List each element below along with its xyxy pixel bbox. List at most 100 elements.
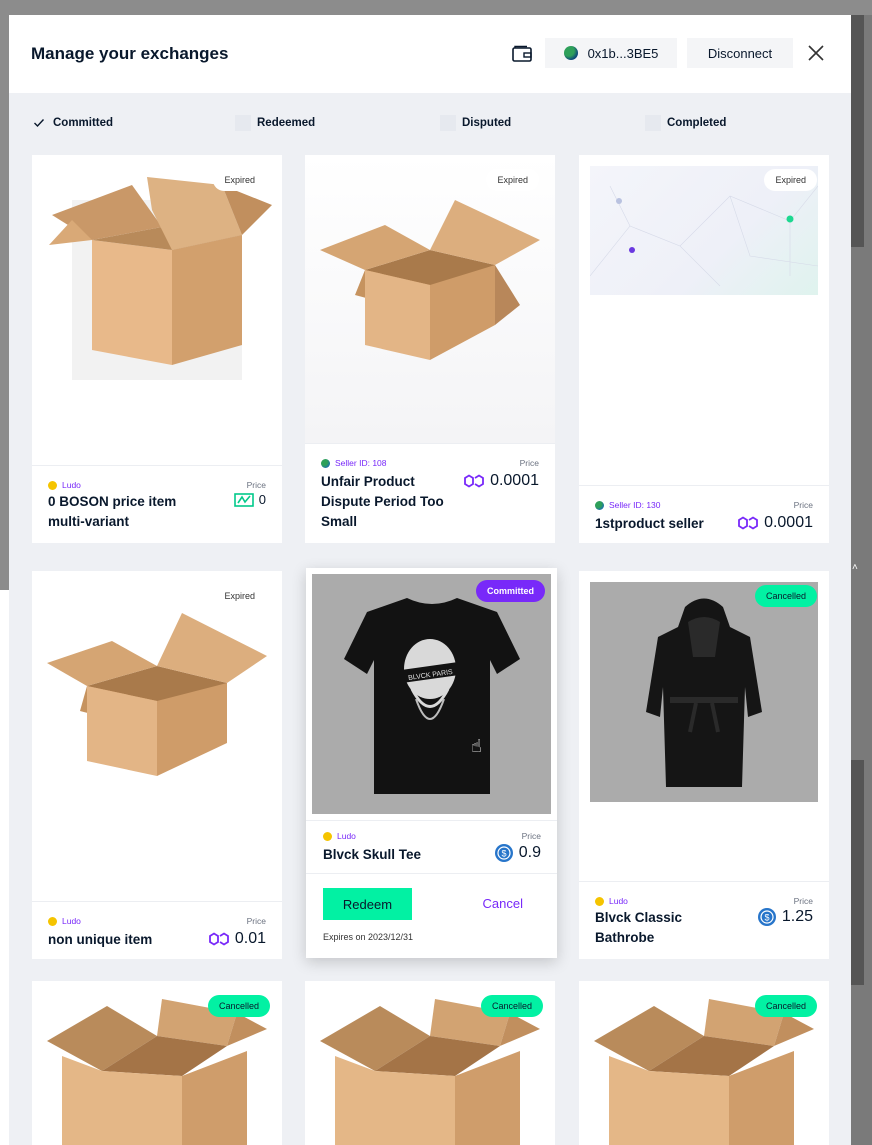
card-info: Ludo Blvck Classic Bathrobe Price $ 1.25: [579, 881, 829, 959]
seller-tag[interactable]: Ludo: [323, 831, 356, 841]
product-name: Blvck Skull Tee: [323, 847, 422, 862]
seller-avatar-icon: [595, 896, 604, 906]
redeem-button[interactable]: Redeem: [323, 888, 412, 920]
polygon-icon: [208, 932, 229, 946]
svg-text:$: $: [501, 849, 506, 859]
price-value: 0.0001: [764, 514, 813, 531]
price: 0: [233, 492, 266, 507]
product-image: [305, 155, 555, 443]
card-info: Ludo 0 BOSON price item multi-variant Pr…: [32, 465, 282, 543]
svg-text:$: $: [764, 913, 769, 923]
price-value: 1.25: [781, 908, 813, 925]
status-badge: Cancelled: [480, 995, 543, 1017]
seller-avatar-icon: [321, 458, 330, 468]
page-scrollbar[interactable]: [851, 15, 872, 1145]
wallet-address-button[interactable]: 0x1b...3BE5: [545, 38, 677, 68]
status-badge: Expired: [213, 169, 266, 191]
scrollbar-thumb[interactable]: [851, 15, 864, 247]
exchange-card[interactable]: Expired Seller ID: 108 Unfair Product Di…: [305, 155, 555, 543]
status-badge: Expired: [764, 169, 817, 191]
wallet-address: 0x1b...3BE5: [587, 45, 659, 61]
header-actions: 0x1b...3BE5 Disconnect: [509, 38, 829, 68]
wallet-icon[interactable]: [509, 40, 535, 66]
price-value: 0.0001: [490, 472, 539, 489]
status-badge: Cancelled: [754, 995, 817, 1017]
checkbox[interactable]: [440, 115, 456, 131]
modal-title: Manage your exchanges: [31, 44, 229, 63]
price: 0.0001: [463, 472, 539, 490]
seller-name: Ludo: [337, 831, 356, 841]
exchange-actions: Redeem Cancel Expires on 2023/12/31: [306, 873, 557, 958]
exchange-card[interactable]: Expired Ludo non unique item Price 0.01: [32, 571, 282, 959]
product-image: [590, 582, 818, 802]
seller-avatar-icon: [48, 916, 57, 926]
price: $ 1.25: [757, 907, 813, 927]
price-value: 0: [258, 492, 266, 507]
seller-tag[interactable]: Ludo: [595, 896, 628, 906]
checkbox[interactable]: [645, 115, 661, 131]
cancel-button[interactable]: Cancel: [483, 896, 523, 911]
status-filters: Committed Redeemed Disputed Completed: [31, 115, 831, 137]
price-label: Price: [246, 480, 266, 490]
exchange-card[interactable]: Cancelled Ludo Blvck Classic Bathrobe Pr…: [579, 571, 829, 959]
card-info: Seller ID: 130 1stproduct seller Price 0…: [579, 485, 829, 543]
usdc-icon: $: [494, 844, 513, 862]
scroll-up-icon[interactable]: ˄: [852, 562, 858, 573]
product-image: BLVCK PARIS: [312, 574, 551, 814]
seller-avatar-icon: [48, 480, 57, 490]
filter-committed[interactable]: Committed: [31, 115, 113, 131]
price-value: 0.01: [234, 930, 266, 947]
price-label: Price: [793, 500, 813, 510]
filter-label: Completed: [667, 117, 727, 129]
card-info: Ludo non unique item Price 0.01: [32, 901, 282, 959]
exchange-card[interactable]: Cancelled: [579, 981, 829, 1145]
price-value: 0.9: [518, 844, 541, 861]
filter-completed[interactable]: Completed: [645, 115, 726, 131]
exchange-card[interactable]: Cancelled: [32, 981, 282, 1145]
usdc-icon: $: [757, 908, 776, 926]
filter-disputed[interactable]: Disputed: [440, 115, 511, 131]
exchange-card-committed[interactable]: BLVCK PARIS Committed ☝ Ludo Blvck Skull…: [306, 568, 557, 958]
status-badge: Cancelled: [754, 585, 817, 607]
filter-label: Committed: [53, 117, 114, 129]
checkbox[interactable]: [235, 115, 251, 131]
exchange-card[interactable]: Cancelled: [305, 981, 555, 1145]
filter-label: Disputed: [462, 117, 512, 129]
filter-redeemed[interactable]: Redeemed: [235, 115, 315, 131]
price-label: Price: [519, 458, 539, 468]
seller-avatar-icon: [595, 500, 604, 510]
exchange-card[interactable]: Expired Ludo 0 BOSON price item multi-va…: [32, 155, 282, 543]
exchanges-modal: Manage your exchanges 0x1b...3BE5 Discon…: [9, 15, 851, 1145]
seller-tag[interactable]: Seller ID: 108: [321, 458, 387, 468]
card-info: Seller ID: 108 Unfair Product Dispute Pe…: [305, 443, 555, 543]
close-icon[interactable]: [803, 40, 829, 66]
card-info: Ludo Blvck Skull Tee Price $ 0.9: [306, 820, 557, 873]
seller-tag[interactable]: Ludo: [48, 480, 81, 490]
scrollbar-thumb-secondary[interactable]: [851, 760, 864, 985]
wallet-avatar-icon: [563, 46, 578, 60]
product-image: [32, 155, 282, 465]
product-name: Unfair Product Dispute Period Too Small: [321, 474, 444, 529]
checkmark-icon[interactable]: [31, 115, 47, 131]
seller-name: Ludo: [62, 480, 81, 490]
price-label: Price: [521, 831, 541, 841]
seller-name: Seller ID: 130: [609, 500, 661, 510]
expiry-date: Expires on 2023/12/31: [323, 932, 414, 942]
product-name: 1stproduct seller: [595, 516, 704, 531]
exchange-card[interactable]: Expired Seller ID: 130 1stproduct seller…: [579, 155, 829, 543]
seller-tag[interactable]: Seller ID: 130: [595, 500, 661, 510]
polygon-icon: [464, 474, 484, 488]
seller-tag[interactable]: Ludo: [48, 916, 81, 926]
seller-name: Seller ID: 108: [335, 458, 387, 468]
boson-icon: [233, 492, 254, 507]
seller-name: Ludo: [609, 896, 628, 906]
seller-name: Ludo: [62, 916, 81, 926]
product-image: [32, 571, 282, 901]
disconnect-button[interactable]: Disconnect: [687, 38, 793, 68]
status-badge: Cancelled: [207, 995, 270, 1017]
price-label: Price: [246, 916, 266, 926]
status-badge: Expired: [486, 169, 539, 191]
product-name: Blvck Classic Bathrobe: [595, 910, 683, 945]
seller-avatar-icon: [323, 831, 332, 841]
modal-header: Manage your exchanges 0x1b...3BE5 Discon…: [9, 15, 851, 93]
